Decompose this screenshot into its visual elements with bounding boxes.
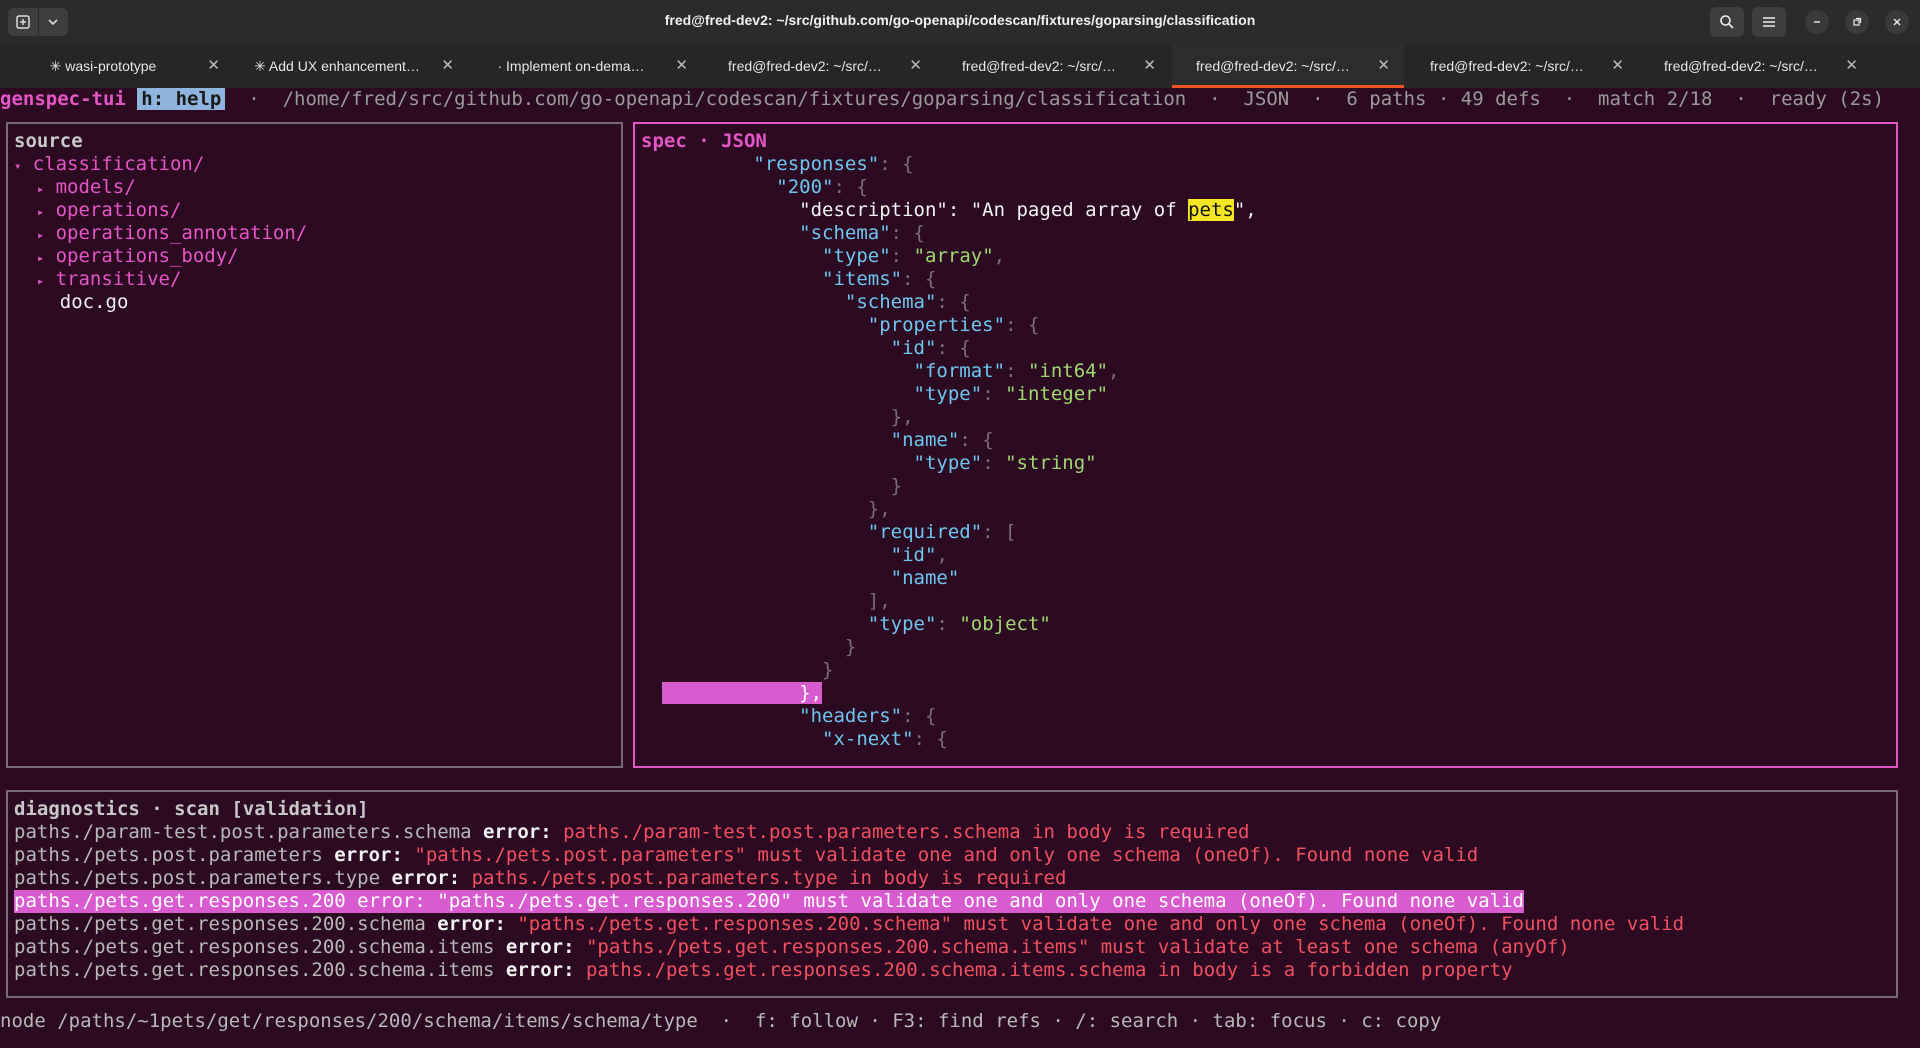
code-line: },: [890, 406, 914, 428]
diagnostic-row[interactable]: paths./pets.get.responses.200.schema.ite…: [14, 936, 1570, 959]
search-match: pets: [1188, 199, 1234, 221]
code-line: },: [867, 498, 891, 520]
code-line: "x-next": {: [822, 728, 948, 750]
restore-icon: [1853, 17, 1862, 26]
tab[interactable]: fred@fred-dev2: ~/src/… ✕: [938, 44, 1170, 88]
tab[interactable]: ✳ wasi-prototype ✕: [2, 44, 234, 88]
tree-file[interactable]: doc.go: [14, 291, 129, 314]
diagnostic-row[interactable]: paths./param-test.post.parameters.schema…: [14, 821, 1249, 844]
tab-bar: ✳ wasi-prototype ✕ ✳ Add UX enhancement… ✕…: [0, 44, 1920, 88]
code-line: }: [822, 659, 834, 681]
spec-title: spec · JSON: [641, 130, 767, 152]
code-line: "schema": {: [844, 291, 971, 313]
code-line: "headers": {: [799, 705, 937, 727]
tab[interactable]: fred@fred-dev2: ~/src/… ✕: [1640, 44, 1872, 88]
code-line: "required": [: [867, 521, 1017, 543]
terminal[interactable]: genspec-tui h: help · /home/fred/src/git…: [0, 88, 1920, 1048]
code-line: "name": {: [890, 429, 994, 451]
code-line: "format": "int64",: [913, 360, 1120, 382]
diagnostic-row-selected[interactable]: paths./pets.get.responses.200 error: "pa…: [14, 890, 1524, 913]
code-line: "properties": {: [867, 314, 1040, 336]
code-line: "items": {: [822, 268, 937, 290]
tab[interactable]: fred@fred-dev2: ~/src/… ✕: [704, 44, 936, 88]
minimize-button[interactable]: [1805, 10, 1829, 34]
close-tab-icon[interactable]: ✕: [441, 56, 454, 74]
tree-item[interactable]: ▸ transitive/: [14, 268, 182, 293]
expanded-arrow-icon: ▾: [14, 159, 22, 173]
code-line: "description": "An paged array of pets",: [799, 199, 1257, 221]
tree-root[interactable]: ▾ classification/: [14, 153, 204, 178]
code-line: }: [844, 636, 857, 658]
diagnostic-row[interactable]: paths./pets.get.responses.200.schema err…: [14, 913, 1684, 936]
close-tab-icon[interactable]: ✕: [1143, 56, 1156, 74]
close-tab-icon[interactable]: ✕: [1377, 56, 1390, 74]
code-line: ],: [867, 590, 891, 612]
collapsed-arrow-icon: ▸: [36, 228, 45, 242]
tree-item[interactable]: ▸ models/: [14, 176, 136, 201]
code-line: "name": [890, 567, 960, 589]
collapsed-arrow-icon: ▸: [36, 182, 45, 196]
tab[interactable]: fred@fred-dev2: ~/src/… ✕: [1406, 44, 1638, 88]
collapsed-arrow-icon: ▸: [36, 251, 45, 265]
close-tab-icon[interactable]: ✕: [1611, 56, 1624, 74]
help-badge: h: help: [137, 88, 226, 110]
collapsed-arrow-icon: ▸: [36, 274, 45, 288]
diagnostic-row[interactable]: paths./pets.get.responses.200.schema.ite…: [14, 959, 1513, 982]
status-line: genspec-tui h: help · /home/fred/src/git…: [0, 88, 1884, 112]
minimize-icon: [1814, 21, 1820, 23]
code-line: "id": {: [890, 337, 971, 359]
hamburger-icon: [1763, 17, 1775, 27]
diagnostic-row[interactable]: paths./pets.post.parameters.type error: …: [14, 867, 1066, 890]
code-line: "schema": {: [799, 222, 925, 244]
selected-node: },: [661, 682, 823, 704]
code-line: "type": "array",: [822, 245, 1006, 267]
close-window-button[interactable]: [1885, 10, 1909, 34]
code-line: "id",: [890, 544, 948, 566]
status-info: · /home/fred/src/github.com/go-openapi/c…: [225, 88, 1885, 110]
search-icon: [1720, 15, 1734, 29]
code-line: },: [661, 682, 823, 705]
tree-item[interactable]: ▸ operations_annotation/: [14, 222, 307, 247]
search-button[interactable]: [1710, 7, 1744, 37]
tab[interactable]: ✳ Add UX enhancement… ✕: [236, 44, 468, 88]
tree-item[interactable]: ▸ operations_body/: [14, 245, 239, 270]
close-tab-icon[interactable]: ✕: [207, 56, 220, 74]
source-title: source: [14, 130, 83, 152]
code-line: "type": "integer": [913, 383, 1109, 405]
code-line: }: [890, 475, 903, 497]
diagnostics-title: diagnostics · scan [validation]: [14, 798, 369, 820]
tab[interactable]: · Implement on-dema… ✕: [470, 44, 702, 88]
tree-item[interactable]: ▸ operations/: [14, 199, 182, 224]
code-line: "type": "object": [867, 613, 1051, 635]
spec-panel[interactable]: spec · JSON "responses": { "200": { "des…: [633, 122, 1898, 768]
close-tab-icon[interactable]: ✕: [909, 56, 922, 74]
maximize-button[interactable]: [1845, 10, 1869, 34]
close-tab-icon[interactable]: ✕: [675, 56, 688, 74]
footer-hints: node /paths/~1pets/get/responses/200/sch…: [0, 1010, 1442, 1032]
tab-active[interactable]: fred@fred-dev2: ~/src/… ✕: [1172, 44, 1404, 88]
close-icon: [1893, 18, 1901, 26]
app-name: genspec-tui: [0, 88, 126, 110]
menu-button[interactable]: [1752, 7, 1786, 37]
title-bar: fred@fred-dev2: ~/src/github.com/go-open…: [0, 0, 1920, 44]
code-line: "responses": {: [753, 153, 914, 175]
diagnostic-row[interactable]: paths./pets.post.parameters error: "path…: [14, 844, 1478, 867]
code-line: "type": "string": [913, 452, 1097, 474]
code-line: "200": {: [776, 176, 868, 198]
close-tab-icon[interactable]: ✕: [1845, 56, 1858, 74]
diagnostics-panel[interactable]: diagnostics · scan [validation] paths./p…: [6, 790, 1898, 998]
source-panel[interactable]: source ▾ classification/ ▸ models/ ▸ ope…: [6, 122, 623, 768]
collapsed-arrow-icon: ▸: [36, 205, 45, 219]
window-title: fred@fred-dev2: ~/src/github.com/go-open…: [664, 12, 1256, 28]
